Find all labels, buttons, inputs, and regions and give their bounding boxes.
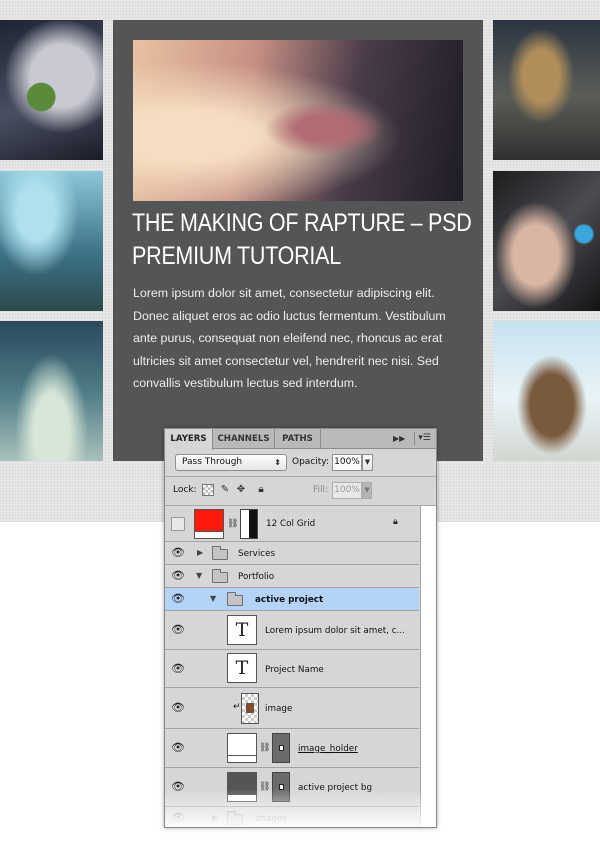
blend-mode-select[interactable]: Pass Through ⬍: [175, 454, 287, 471]
collapse-arrow-icon[interactable]: ▼: [210, 594, 216, 603]
portfolio-thumbnail[interactable]: [493, 20, 600, 160]
layer-thumbnail: [227, 733, 257, 763]
mask-shape: [279, 745, 284, 751]
layer-name: Lorem ipsum dolor sit amet, c...: [265, 626, 405, 636]
eye-icon[interactable]: 👁︎: [170, 593, 186, 605]
layer-name: image: [265, 704, 293, 714]
lock-icon: 🔒︎: [393, 517, 398, 527]
eye-icon[interactable]: 👁︎: [170, 742, 186, 754]
opacity-label: Opacity:: [292, 457, 329, 467]
portfolio-thumbnail[interactable]: [493, 321, 600, 461]
layer-name: 12 Col Grid: [266, 519, 316, 529]
layer-name: image_holder: [298, 744, 358, 754]
move-icon[interactable]: ✥: [235, 484, 247, 496]
blend-mode-value: Pass Through: [182, 457, 243, 467]
lock-label: Lock:: [173, 485, 197, 495]
brush-icon[interactable]: ✎: [219, 484, 231, 496]
link-icon: ⛓: [227, 519, 239, 529]
folder-icon: [212, 569, 228, 583]
portfolio-thumbnail[interactable]: [0, 171, 103, 311]
layer-thumbnail: [194, 509, 224, 539]
swatch-base: [195, 531, 223, 538]
folder-icon: [212, 546, 228, 560]
opacity-input[interactable]: 100%: [332, 454, 362, 471]
layers-panel: LAYERS CHANNELS PATHS ▶▶ ▾☰ Pass Through…: [164, 428, 437, 828]
fill-label: Fill:: [313, 485, 329, 495]
project-title: THE MAKING OF RAPTURE – PSD PREMIUM TUTO…: [132, 209, 472, 270]
expand-arrow-icon[interactable]: ▶: [197, 548, 203, 557]
layer-name: Services: [238, 549, 276, 559]
updown-arrow-icon: ⬍: [274, 458, 281, 467]
text-layer-icon: T: [227, 615, 257, 645]
image-preview: [246, 703, 254, 713]
layer-mask-thumbnail: [240, 509, 258, 539]
scrollbar[interactable]: [420, 506, 436, 827]
eye-icon[interactable]: 👁︎: [170, 663, 186, 675]
eye-icon[interactable]: 👁︎: [170, 624, 186, 636]
layer-thumbnail: [241, 693, 259, 724]
clipping-arrow-icon: ↵: [233, 702, 241, 712]
lock-transparent-pixels-icon[interactable]: [202, 484, 214, 496]
layer-name: Portfolio: [238, 572, 275, 582]
layer-row[interactable]: ⛓ 12 Col Grid 🔒︎: [165, 506, 419, 542]
tab-paths[interactable]: PATHS: [275, 429, 321, 449]
layer-row[interactable]: 👁︎ ▶ Services: [165, 542, 419, 565]
layer-name: active project: [255, 595, 324, 605]
link-icon: ⛓: [259, 743, 271, 753]
layer-row[interactable]: 👁︎ T Project Name: [165, 650, 419, 688]
eye-icon[interactable]: 👁︎: [170, 702, 186, 714]
collapse-arrow-icon[interactable]: ▼: [196, 571, 202, 580]
eye-icon[interactable]: 👁︎: [170, 570, 186, 582]
double-arrow-icon[interactable]: ▶▶: [393, 434, 405, 443]
text-layer-icon: T: [227, 653, 257, 683]
folder-icon: [227, 592, 243, 606]
active-project-card: THE MAKING OF RAPTURE – PSD PREMIUM TUTO…: [113, 20, 483, 461]
lock-icon[interactable]: 🔒︎: [255, 484, 267, 496]
portfolio-thumbnail[interactable]: [0, 321, 103, 461]
chevron-down-icon[interactable]: ▼: [362, 454, 373, 471]
layer-row[interactable]: 👁︎ ⛓ image_holder: [165, 729, 419, 768]
chevron-down-icon[interactable]: ▼: [362, 482, 372, 499]
swatch-base: [228, 755, 256, 762]
layer-row[interactable]: 👁︎ T Lorem ipsum dolor sit amet, c...: [165, 611, 419, 650]
fade-overlay: [165, 789, 436, 827]
fill-input[interactable]: 100%: [332, 482, 362, 499]
layer-row[interactable]: 👁︎ ▼ Portfolio: [165, 565, 419, 588]
tab-channels[interactable]: CHANNELS: [213, 429, 275, 449]
project-description: Lorem ipsum dolor sit amet, consectetur …: [133, 286, 446, 390]
layer-name: Project Name: [265, 665, 324, 675]
mask-white-half: [241, 510, 249, 538]
tab-layers[interactable]: LAYERS: [165, 429, 213, 450]
portfolio-thumbnail[interactable]: [0, 20, 103, 160]
visibility-toggle-off[interactable]: [171, 517, 185, 531]
divider: [165, 476, 436, 477]
project-image[interactable]: [133, 40, 463, 201]
eye-icon[interactable]: 👁︎: [170, 547, 186, 559]
layer-row[interactable]: 👁︎ ↵ image: [165, 688, 419, 729]
portfolio-thumbnail[interactable]: [493, 171, 600, 311]
panel-tab-bar: LAYERS CHANNELS PATHS ▶▶ ▾☰: [165, 429, 436, 450]
layer-mask-thumbnail: [272, 733, 290, 763]
panel-menu-icon[interactable]: ▾☰: [414, 432, 434, 445]
layer-row-selected[interactable]: 👁︎ ▼ active project: [165, 588, 419, 611]
